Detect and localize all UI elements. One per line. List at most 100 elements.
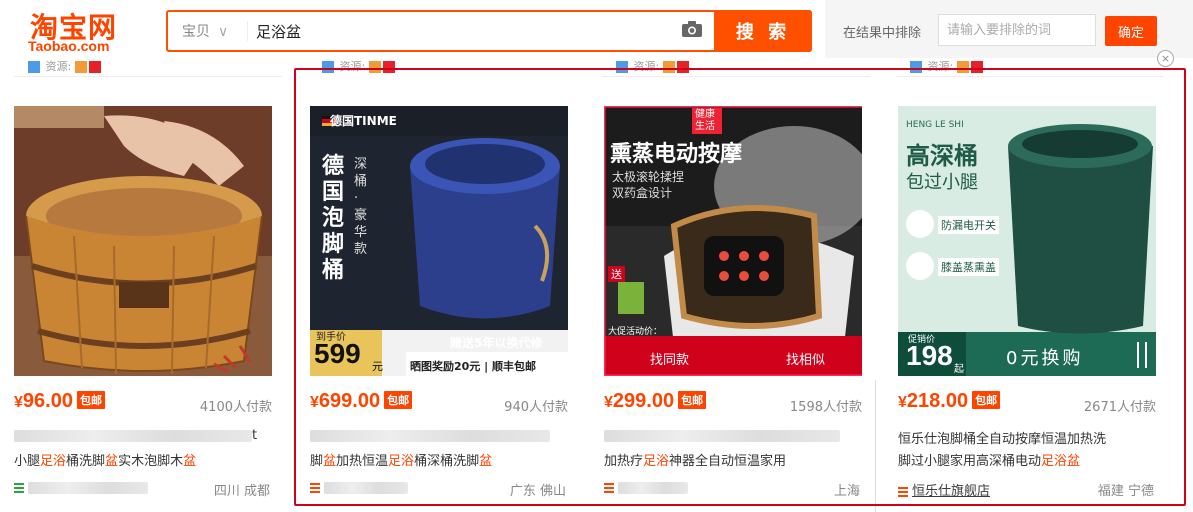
shop-icon xyxy=(898,486,908,497)
shop-location: 上海 xyxy=(833,484,860,499)
peek-label: 资源: xyxy=(339,60,366,73)
badge-icon xyxy=(956,61,969,73)
previous-row-badges: 资源: xyxy=(616,58,691,76)
search-input[interactable] xyxy=(256,18,656,44)
wooden-foot-bucket-image xyxy=(14,106,272,376)
shop-name[interactable] xyxy=(604,480,688,495)
product-image[interactable]: 德国TINME 德国泡脚桶 深桶·豪华款 到手价 599 元 赠送5年以换代修 … xyxy=(310,106,568,376)
previous-row-badges: 资源: xyxy=(28,58,103,76)
camera-icon[interactable] xyxy=(681,20,703,38)
divider xyxy=(14,76,282,77)
keyword-highlight: 足浴 xyxy=(40,454,67,469)
title-fragment: 脚过小腿家用高深桶电动 xyxy=(898,454,1042,469)
sales-count: 1598人付款 xyxy=(789,400,862,415)
shop-name[interactable] xyxy=(310,480,408,495)
product-title-line1[interactable] xyxy=(310,428,566,446)
shop-icon xyxy=(604,482,614,493)
shop-link[interactable]: 恒乐仕旗舰店 xyxy=(912,484,990,499)
search-results-page: 淘宝网 Taobao.com 宝贝 ∨ 搜 索 在结果中排除 确定 资源: xyxy=(0,0,1193,512)
price-value: 299.00 xyxy=(612,390,675,412)
image-headline: 高深桶 xyxy=(906,142,978,170)
taobao-logo[interactable]: 淘宝网 Taobao.com xyxy=(24,6,134,56)
currency-symbol: ¥ xyxy=(604,394,613,411)
image-promo-label: 大促活动价： xyxy=(608,327,663,337)
product-title-line2[interactable]: 小腿足浴桶洗脚盆实木泡脚木盆 xyxy=(14,450,270,469)
resource-icon xyxy=(910,61,922,73)
keyword-highlight: 足浴 xyxy=(643,454,670,469)
image-subtitle: 深桶·豪华款 xyxy=(354,157,368,257)
product-price: ¥96.00 包邮 xyxy=(14,390,105,413)
exclude-confirm-button[interactable]: 确定 xyxy=(1105,16,1157,46)
previous-row-badges: 资源: xyxy=(910,58,985,76)
resource-icon xyxy=(322,61,334,73)
blurred-text xyxy=(14,429,252,442)
product-card[interactable]: 德国TINME 德国泡脚桶 深桶·豪华款 到手价 599 元 赠送5年以换代修 … xyxy=(296,96,578,512)
image-price-unit: 起 xyxy=(954,364,964,375)
image-price: 599 xyxy=(314,338,361,369)
brand-label: HENG LE SHI xyxy=(906,120,964,130)
product-title-line2[interactable]: 加热疗足浴神器全自动恒温家用 xyxy=(604,450,860,469)
product-price: ¥299.00 包邮 xyxy=(604,390,707,413)
badge-icon xyxy=(970,61,983,73)
image-feature-2: 膝盖蒸熏盖 xyxy=(938,258,999,276)
image-promo: 赠送5年以换代修 xyxy=(450,336,543,350)
currency-symbol: ¥ xyxy=(14,394,23,411)
product-title-line2[interactable]: 脚过小腿家用高深桶电动足浴盆 xyxy=(898,450,1154,469)
search-box: 宝贝 ∨ 搜 索 xyxy=(166,10,812,52)
header: 淘宝网 Taobao.com 宝贝 ∨ 搜 索 在结果中排除 确定 xyxy=(0,0,1193,58)
title-fragment: 桶洗脚 xyxy=(66,454,106,469)
product-title-line1[interactable]: t xyxy=(14,428,270,446)
product-title-line2[interactable]: 脚盆加热恒温足浴桶深桶洗脚盆 xyxy=(310,450,566,469)
search-button[interactable]: 搜 索 xyxy=(714,10,812,52)
divider xyxy=(602,76,870,77)
shop-name[interactable]: 恒乐仕旗舰店 xyxy=(898,480,990,499)
logo-english: Taobao.com xyxy=(28,38,110,54)
blurred-text xyxy=(310,429,550,442)
price-value: 699.00 xyxy=(318,390,381,412)
close-icon[interactable]: × xyxy=(1157,50,1174,67)
keyword-highlight: 盆 xyxy=(105,454,119,469)
brand-label: 德国TINME xyxy=(330,114,397,128)
keyword-highlight: 足浴盆 xyxy=(1041,454,1081,469)
sales-count: 2671人付款 xyxy=(1083,400,1156,415)
badge-icon xyxy=(88,61,101,73)
product-title-line1[interactable] xyxy=(604,428,860,446)
currency-symbol: ¥ xyxy=(898,394,907,411)
exclude-input[interactable] xyxy=(938,14,1096,46)
peek-label: 资源: xyxy=(927,60,954,73)
image-headline: 熏蒸电动按摩 xyxy=(610,142,743,167)
product-image[interactable]: 健康生活 熏蒸电动按摩 太极滚轮揉捏 双药盒设计 送 大促活动价： 找同款 找相… xyxy=(604,106,862,376)
previous-row-badges: 资源: xyxy=(322,58,397,76)
divider xyxy=(896,76,1164,77)
peek-label: 资源: xyxy=(633,60,660,73)
price-value: 218.00 xyxy=(906,390,969,412)
title-fragment: 加热恒温 xyxy=(336,454,389,469)
resource-icon xyxy=(28,61,40,73)
shop-name[interactable] xyxy=(14,480,148,495)
resource-icon xyxy=(616,61,628,73)
title-fragment: 桶深桶洗脚 xyxy=(414,454,480,469)
product-image[interactable] xyxy=(14,106,272,376)
image-price-unit: 元 xyxy=(372,360,383,373)
blurred-text xyxy=(604,429,840,442)
product-card[interactable]: ¥96.00 包邮 4100人付款 t 小腿足浴桶洗脚盆实木泡脚木盆 四川 成都 xyxy=(0,96,282,512)
exclude-panel: 在结果中排除 确定 xyxy=(825,0,1193,58)
product-card[interactable]: HENG LE SHI 高深桶 包过小腿 防漏电开关 膝盖蒸熏盖 促销价 198… xyxy=(884,96,1166,512)
badge-icon xyxy=(74,61,87,73)
find-similar-button[interactable]: 找相似 xyxy=(786,349,825,368)
image-promo-2: 晒图奖励20元 | 顺丰包邮 xyxy=(410,360,536,373)
find-same-button[interactable]: 找同款 xyxy=(650,349,689,368)
title-fragment: 实木泡脚木 xyxy=(118,454,184,469)
sales-count: 940人付款 xyxy=(504,400,568,415)
product-image[interactable]: HENG LE SHI 高深桶 包过小腿 防漏电开关 膝盖蒸熏盖 促销价 198… xyxy=(898,106,1156,376)
image-headline: 德国泡脚桶 xyxy=(322,154,345,283)
product-title-line1[interactable]: 恒乐仕泡脚桶全自动按摩恒温加热洗 xyxy=(898,428,1154,447)
product-card[interactable]: 健康生活 熏蒸电动按摩 太极滚轮揉捏 双药盒设计 送 大促活动价： 找同款 找相… xyxy=(590,96,872,512)
title-fragment: 脚 xyxy=(310,454,324,469)
shop-icon xyxy=(14,482,24,493)
keyword-highlight: 盆 xyxy=(479,454,493,469)
search-scope-dropdown[interactable]: 宝贝 ∨ xyxy=(182,21,228,41)
title-fragment: 小腿 xyxy=(14,454,41,469)
chevron-down-icon: ∨ xyxy=(218,24,229,40)
title-fragment: 加热疗 xyxy=(604,454,644,469)
